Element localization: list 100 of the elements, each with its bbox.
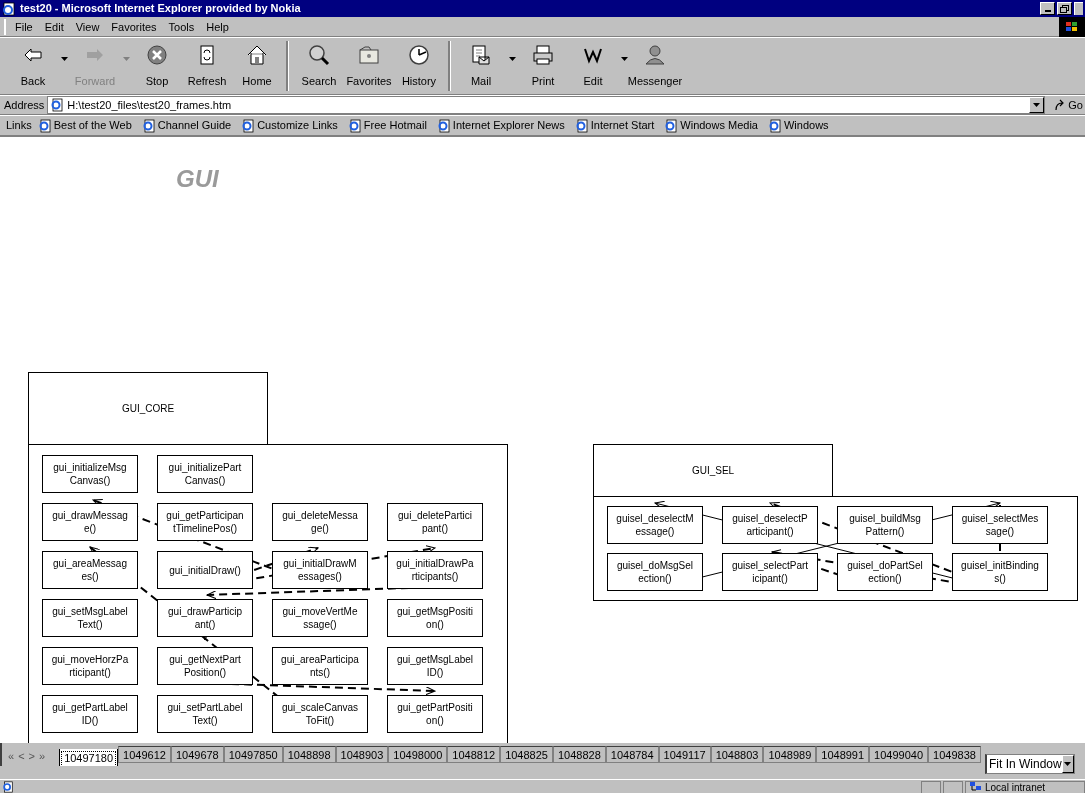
- page-tab[interactable]: 1048812: [447, 746, 501, 763]
- link-button[interactable]: Free Hotmail: [347, 117, 431, 134]
- page-icon: [347, 118, 362, 133]
- function-node: gui_getMsgLabelID(): [387, 647, 483, 685]
- dropdown-button[interactable]: [1061, 755, 1074, 773]
- tab-scroll-button[interactable]: «: [8, 747, 15, 765]
- page-icon: [767, 118, 782, 133]
- function-node: guisel_doMsgSelection(): [607, 553, 703, 591]
- function-node: gui_deleteParticipant(): [387, 503, 483, 541]
- function-node: gui_initialDrawMessages(): [272, 551, 368, 589]
- page-tab[interactable]: 10497180: [59, 749, 119, 766]
- link-button[interactable]: Internet Start: [574, 117, 659, 134]
- tab-scroll-button[interactable]: >: [28, 747, 35, 765]
- zone-label: Local intranet: [985, 781, 1046, 793]
- page-icon: [436, 118, 451, 133]
- page-icon: [141, 118, 156, 133]
- zoom-select[interactable]: Fit In Window: [985, 754, 1075, 774]
- function-node: gui_getPartLabelID(): [42, 695, 138, 733]
- menu-item[interactable]: Edit: [39, 18, 69, 35]
- link-button[interactable]: Windows Media: [664, 117, 762, 134]
- caret-icon: [1033, 103, 1041, 107]
- status-panel: [943, 780, 963, 793]
- toolbar-button[interactable]: Back: [8, 41, 70, 91]
- page-tab[interactable]: 1049838: [928, 746, 981, 763]
- link-button[interactable]: Windows: [767, 117, 833, 134]
- function-node: gui_areaMessages(): [42, 551, 138, 589]
- menu-item[interactable]: File: [10, 18, 38, 35]
- page-tab[interactable]: 1048898: [282, 746, 336, 763]
- page-tab[interactable]: 10498000: [388, 746, 448, 763]
- function-node: gui_getParticipantTimelinePos(): [157, 503, 253, 541]
- history-icon: [407, 43, 431, 67]
- links-label: Links: [6, 118, 32, 134]
- toolbar-button[interactable]: Messenger: [630, 41, 680, 91]
- page-tab[interactable]: 1049678: [170, 746, 224, 763]
- page-tab[interactable]: 1048989: [763, 746, 817, 763]
- toolbar-button[interactable]: Favorites: [344, 41, 394, 91]
- link-button[interactable]: Internet Explorer News: [436, 117, 569, 134]
- toolbar-button[interactable]: Print: [518, 41, 568, 91]
- function-node: gui_drawMessage(): [42, 503, 138, 541]
- toolbar-button[interactable]: Stop: [132, 41, 182, 91]
- function-node: gui_initialDrawParticipants(): [387, 551, 483, 589]
- toolbar-button[interactable]: Mail: [456, 41, 518, 91]
- address-label: Address: [4, 97, 45, 113]
- function-node: gui_getNextPartPosition(): [157, 647, 253, 685]
- page-tab[interactable]: 1049612: [118, 746, 171, 763]
- toolbar-button[interactable]: Home: [232, 41, 289, 91]
- status-panel: [921, 780, 941, 793]
- address-field[interactable]: H:\test20_files\test20_frames.htm: [47, 96, 1046, 114]
- mail-icon: [469, 43, 493, 67]
- menu-item[interactable]: Tools: [163, 18, 200, 35]
- function-node: gui_drawParticipant(): [157, 599, 253, 637]
- minimize-button[interactable]: [1040, 2, 1055, 15]
- menu-item[interactable]: View: [70, 18, 105, 35]
- function-node: guisel_buildMsgPattern(): [837, 506, 933, 544]
- tab-scroll-button[interactable]: »: [39, 747, 46, 765]
- go-button[interactable]: Go: [1048, 96, 1085, 114]
- page-icon: [664, 118, 679, 133]
- toolbar-button[interactable]: Refresh: [182, 41, 232, 91]
- minimize-icon: [1044, 10, 1051, 12]
- menu-item[interactable]: Favorites: [106, 18, 162, 35]
- function-node: gui_moveVertMessage(): [272, 599, 368, 637]
- function-node: gui_initializeMsgCanvas(): [42, 455, 138, 493]
- page-tab[interactable]: 1048828: [552, 746, 606, 763]
- function-node: guisel_deselectParticipant(): [722, 506, 818, 544]
- page-tab[interactable]: 1048825: [500, 746, 553, 763]
- function-node: gui_initialDraw(): [157, 551, 253, 589]
- page-tab[interactable]: 1048784: [605, 746, 659, 763]
- page-tab[interactable]: 1049117: [658, 746, 711, 763]
- link-button[interactable]: Best of the Web: [37, 117, 136, 134]
- page-icon: [50, 98, 65, 112]
- link-button[interactable]: Channel Guide: [141, 117, 236, 134]
- function-node: gui_areaParticipants(): [272, 647, 368, 685]
- print-icon: [531, 43, 555, 67]
- toolbar-button[interactable]: History: [394, 41, 451, 91]
- caret-icon: [60, 57, 68, 61]
- function-node: gui_moveHorzParticipant(): [42, 647, 138, 685]
- favorites-icon: [357, 43, 381, 67]
- restore-icon: [1060, 4, 1069, 13]
- page-heading: GUI: [176, 164, 219, 194]
- home-icon: [245, 43, 269, 67]
- page-tab[interactable]: 10497850: [223, 746, 283, 763]
- dropdown-button[interactable]: [1029, 97, 1045, 113]
- caret-icon: [122, 57, 130, 61]
- function-node: gui_scaleCanvasToFit(): [272, 695, 368, 733]
- page-tab[interactable]: 1048803: [710, 746, 764, 763]
- page-tab[interactable]: 1048991: [816, 746, 870, 763]
- tab-scroll-button[interactable]: <: [18, 747, 25, 765]
- page-tab[interactable]: 10499040: [869, 746, 929, 763]
- link-button[interactable]: Customize Links: [241, 117, 342, 134]
- function-node: gui_getMsgPosition(): [387, 599, 483, 637]
- function-node: guisel_selectMessage(): [952, 506, 1048, 544]
- stop-icon: [145, 43, 169, 67]
- menu-item[interactable]: Help: [201, 18, 234, 35]
- browser-logo-icon: [2, 1, 16, 16]
- restore-button[interactable]: [1057, 2, 1072, 15]
- page-tab[interactable]: 1048903: [335, 746, 389, 763]
- messenger-icon: [643, 43, 667, 67]
- page-icon: [241, 118, 256, 133]
- function-node: guisel_selectParticipant(): [722, 553, 818, 591]
- toolbar-button[interactable]: Search: [294, 41, 344, 91]
